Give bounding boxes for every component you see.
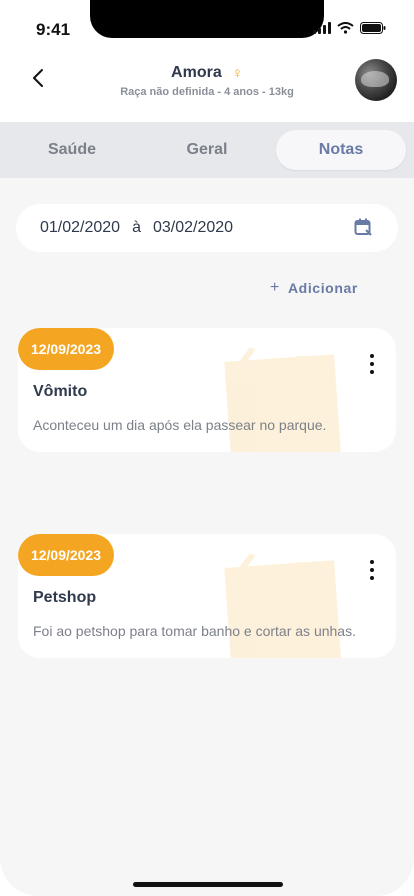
date-separator: à bbox=[132, 219, 141, 236]
note-date: 12/09/2023 bbox=[18, 534, 114, 576]
date-end: 03/02/2020 bbox=[152, 219, 234, 236]
wifi-icon bbox=[337, 22, 354, 34]
date-start: 01/02/2020 bbox=[40, 219, 121, 236]
pet-info: Amora ♀ Raça não definida - 4 anos - 13k… bbox=[0, 64, 414, 98]
status-icons bbox=[313, 22, 386, 34]
signal-icon bbox=[313, 22, 331, 34]
status-time: 9:41 bbox=[36, 20, 71, 39]
pet-details: Raça não definida - 4 anos - 13kg bbox=[120, 86, 294, 98]
note-date: 12/09/2023 bbox=[18, 328, 114, 370]
home-indicator[interactable] bbox=[133, 882, 283, 887]
note-title: Vômito bbox=[33, 383, 88, 400]
note-card[interactable]: 12/09/2023 Vômito Aconteceu um dia após … bbox=[18, 328, 396, 452]
more-options-icon[interactable] bbox=[368, 560, 376, 580]
battery-icon bbox=[360, 22, 386, 34]
note-title: Petshop bbox=[33, 589, 97, 606]
note-illustration-icon bbox=[224, 348, 342, 452]
add-note-button[interactable]: + Adicionar bbox=[270, 279, 358, 297]
date-range-filter[interactable]: 01/02/2020 à 03/02/2020 bbox=[16, 204, 398, 252]
calendar-icon[interactable] bbox=[354, 218, 372, 236]
more-options-icon[interactable] bbox=[368, 354, 376, 374]
tab-notas[interactable]: Notas bbox=[276, 130, 406, 170]
tab-saude[interactable]: Saúde bbox=[0, 130, 144, 170]
note-text: Aconteceu um dia após ela passear no par… bbox=[33, 417, 327, 433]
tab-bar: Saúde Geral Notas bbox=[0, 122, 414, 178]
plus-icon: + bbox=[270, 279, 280, 296]
note-card[interactable]: 12/09/2023 Petshop Foi ao petshop para t… bbox=[18, 534, 396, 658]
pet-avatar[interactable] bbox=[355, 59, 397, 101]
app-screen: 9:41 Amora ♀ Raça não definida - 4 anos … bbox=[0, 0, 414, 896]
add-note-label: Adicionar bbox=[287, 280, 358, 296]
female-icon: ♀ bbox=[231, 64, 243, 82]
pet-name: Amora bbox=[171, 64, 222, 81]
device-notch bbox=[90, 0, 324, 38]
tab-geral[interactable]: Geral bbox=[140, 130, 274, 170]
header-area: 9:41 Amora ♀ Raça não definida - 4 anos … bbox=[0, 0, 414, 122]
note-text: Foi ao petshop para tomar banho e cortar… bbox=[33, 623, 356, 639]
note-illustration-icon bbox=[224, 554, 342, 658]
